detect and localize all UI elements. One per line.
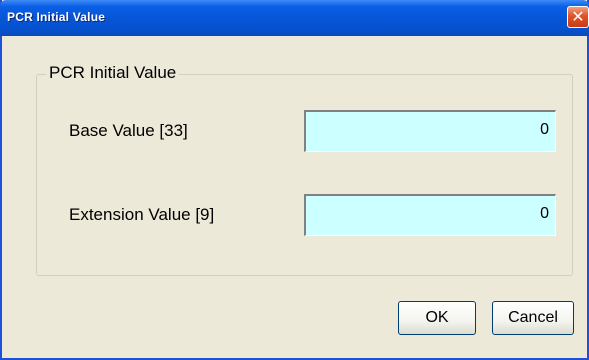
- ok-button[interactable]: OK: [398, 301, 476, 335]
- extension-value-label: Extension Value [9]: [69, 205, 215, 224]
- window-title: PCR Initial Value: [7, 10, 106, 24]
- close-icon: ✕: [571, 7, 585, 26]
- extension-value-input[interactable]: 0: [304, 194, 556, 236]
- base-value-label: Base Value [33]: [69, 121, 188, 140]
- close-button[interactable]: ✕: [567, 6, 589, 28]
- group-legend: PCR Initial Value: [46, 63, 180, 83]
- title-bar[interactable]: PCR Initial Value ✕: [0, 0, 589, 36]
- cancel-button[interactable]: Cancel: [492, 301, 574, 335]
- base-value-input[interactable]: 0: [304, 110, 556, 152]
- pcr-initial-value-dialog: PCR Initial Value ✕ PCR Initial Value Ba…: [0, 0, 589, 360]
- pcr-initial-value-group: [36, 74, 573, 276]
